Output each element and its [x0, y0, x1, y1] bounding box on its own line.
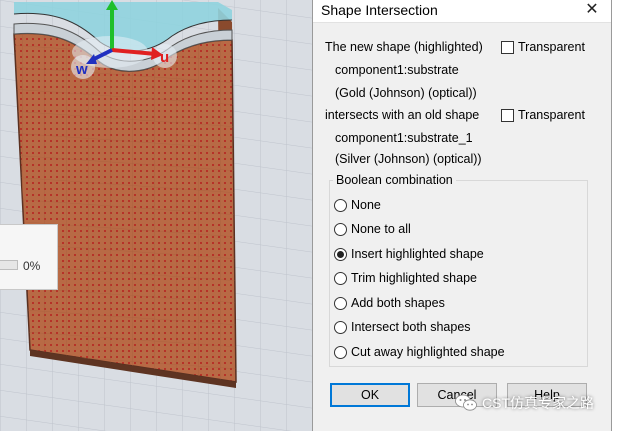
radio-label: Add both shapes	[351, 296, 445, 310]
wechat-icon	[455, 394, 477, 412]
boolean-combination-title: Boolean combination	[333, 173, 456, 187]
radio-label: Cut away highlighted shape	[351, 345, 505, 359]
radio-option-cut-away[interactable]: Cut away highlighted shape	[334, 345, 505, 359]
dialog-title: Shape Intersection	[321, 2, 438, 18]
radio-button[interactable]	[334, 345, 347, 359]
progress-percent: 0%	[23, 259, 41, 273]
radio-option-none[interactable]: None	[334, 198, 381, 212]
old-shape-transparent-label: Transparent	[518, 108, 585, 122]
radio-label: Trim highlighted shape	[351, 271, 477, 285]
watermark: CST仿真专家之路	[455, 393, 594, 413]
radio-option-trim-highlighted[interactable]: Trim highlighted shape	[334, 271, 477, 285]
3d-viewport[interactable]: w u 0%	[0, 0, 312, 431]
radio-button[interactable]	[334, 222, 347, 236]
progress-bar	[0, 260, 18, 270]
axis-u-label: u	[160, 49, 169, 66]
radio-label: Insert highlighted shape	[351, 247, 484, 261]
new-shape-transparent-label: Transparent	[518, 40, 585, 54]
progress-panel: 0%	[0, 224, 58, 290]
watermark-text: CST仿真专家之路	[482, 395, 594, 411]
radio-option-insert-highlighted[interactable]: Insert highlighted shape	[334, 247, 484, 261]
radio-option-intersect-both[interactable]: Intersect both shapes	[334, 320, 471, 334]
radio-label: Intersect both shapes	[351, 320, 471, 334]
radio-button[interactable]	[334, 271, 347, 285]
shape-intersection-dialog: Shape Intersection ✕ The new shape (high…	[312, 0, 612, 431]
intersects-label: intersects with an old shape	[325, 108, 480, 122]
axis-w-label: w	[75, 61, 88, 78]
new-shape-label: The new shape (highlighted)	[325, 40, 483, 54]
radio-button[interactable]	[334, 320, 347, 334]
radio-label: None	[351, 198, 381, 212]
radio-button[interactable]	[334, 198, 347, 212]
radio-option-add-both[interactable]: Add both shapes	[334, 296, 445, 310]
ok-button[interactable]: OK	[330, 383, 410, 407]
radio-button[interactable]	[334, 296, 347, 310]
new-shape-name: component1:substrate	[335, 63, 459, 77]
checkbox-box[interactable]	[501, 108, 514, 122]
dialog-title-bar[interactable]: Shape Intersection ✕	[313, 0, 611, 23]
old-shape-transparent-checkbox[interactable]: Transparent	[501, 108, 585, 122]
checkbox-box[interactable]	[501, 40, 514, 54]
old-shape-name: component1:substrate_1	[335, 131, 473, 145]
radio-button[interactable]	[334, 247, 347, 261]
close-icon[interactable]: ✕	[583, 1, 601, 19]
radio-option-none-to-all[interactable]: None to all	[334, 222, 411, 236]
new-shape-transparent-checkbox[interactable]: Transparent	[501, 40, 585, 54]
new-shape-material: (Gold (Johnson) (optical))	[335, 86, 477, 100]
radio-label: None to all	[351, 222, 411, 236]
old-shape-material: (Silver (Johnson) (optical))	[335, 152, 482, 166]
